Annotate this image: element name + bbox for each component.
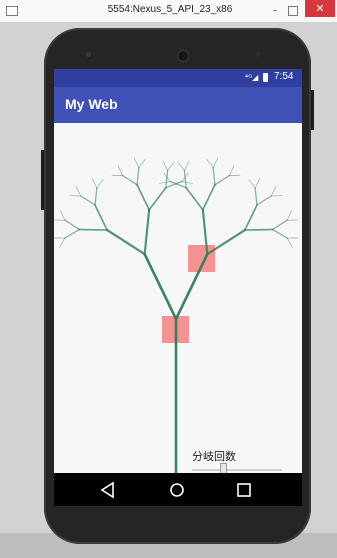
tree-branch (159, 181, 171, 184)
tree-branch (143, 208, 151, 256)
maximize-button[interactable] (288, 6, 298, 16)
tree-branch (136, 167, 140, 186)
tree-branch (78, 228, 108, 231)
status-time: 7:54 (274, 71, 294, 82)
tree-branch (254, 187, 258, 206)
branches-slider-track[interactable] (192, 469, 282, 471)
minimize-button[interactable]: – (270, 6, 280, 16)
tree-branch (133, 157, 140, 169)
home-icon[interactable] (168, 481, 186, 499)
tree-branch (202, 183, 216, 211)
tree-branch (64, 219, 81, 231)
tree-branch (80, 195, 96, 206)
android-nav-bar (54, 473, 302, 506)
tree-branch (228, 165, 235, 176)
tree-branch (248, 179, 256, 189)
tree-branch (177, 161, 185, 172)
tree-branch (271, 228, 288, 239)
window-title: 5554:Nexus_5_API_23_x86 (107, 4, 233, 15)
tree-branch (183, 170, 187, 189)
tree-branch (206, 228, 246, 256)
tree-branch (214, 174, 230, 186)
tree-branch (286, 210, 293, 221)
front-camera-icon (177, 50, 189, 62)
recents-icon[interactable] (236, 482, 252, 498)
tree-branch (94, 187, 98, 206)
back-icon[interactable] (99, 481, 117, 499)
tree-branch (148, 186, 167, 211)
tree-branch (106, 228, 146, 256)
tree-branch (165, 170, 169, 189)
tree-branch (143, 252, 178, 321)
battery-icon (263, 73, 268, 82)
tree-branch (91, 178, 98, 189)
tree-branch (117, 165, 124, 176)
tree-canvas[interactable] (54, 123, 302, 473)
tree-branch (183, 160, 190, 172)
close-button[interactable]: ✕ (305, 0, 335, 17)
tree-branch (59, 237, 66, 248)
tree-branch (244, 228, 274, 231)
tree-branch (96, 179, 104, 189)
tree-branch (138, 158, 146, 169)
tree-branch (122, 174, 138, 186)
status-bar: ⁴ᴳ◢ 7:54 (54, 69, 302, 87)
branches-label: 分岐回数 (192, 450, 236, 463)
signal-icon: ⁴ᴳ◢ (245, 73, 259, 82)
tree-branch (256, 195, 272, 206)
tree-branch (271, 219, 288, 231)
window-app-icon (6, 6, 18, 16)
sensor-dot (86, 52, 91, 57)
tree-branch (286, 237, 293, 248)
app-bar: My Web (54, 87, 302, 123)
tree-branch (75, 185, 82, 197)
tree-branch (136, 183, 150, 211)
webview-content[interactable]: 分岐回数 4 (54, 123, 302, 498)
app-title: My Web (65, 96, 118, 112)
tree-branch (270, 185, 277, 197)
tree-branch (59, 210, 66, 221)
tree-branch (64, 228, 81, 239)
sensor-dot (256, 52, 261, 57)
tree-branch (181, 181, 193, 184)
tree-branch (206, 158, 214, 169)
tree-branch (212, 167, 216, 186)
tree-branch (167, 161, 175, 172)
tree-branch (162, 160, 169, 172)
tree-branch (185, 186, 204, 211)
device-screen: ⁴ᴳ◢ 7:54 My Web 分岐回数 4 (54, 69, 302, 506)
tree-branch (212, 157, 219, 169)
tree-branch (254, 178, 261, 189)
tree-branch (94, 204, 108, 231)
phone-power-button[interactable] (311, 90, 314, 130)
tree-branch (244, 204, 258, 231)
